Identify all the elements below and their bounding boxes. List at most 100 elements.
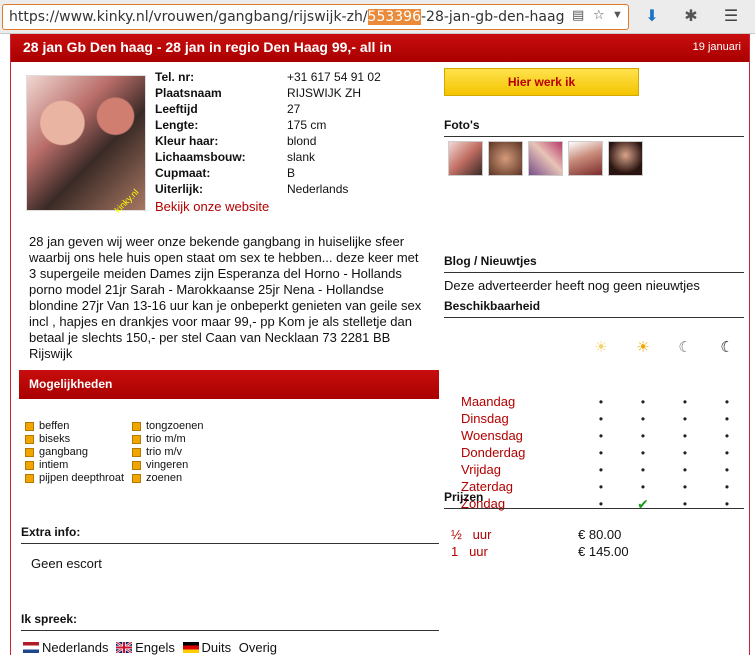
photo-thumbnail[interactable] <box>488 141 523 176</box>
availability-dot: • <box>682 463 688 477</box>
price-duration: ½ uur <box>451 527 492 542</box>
profile-value: RIJSWIJK ZH <box>287 86 361 100</box>
profile-key: Kleur haar: <box>155 134 219 148</box>
url-text-prefix: https://www.kinky.nl/vrouwen/gangbang/ri… <box>9 9 368 25</box>
possibility-item: intiem <box>25 459 124 472</box>
availability-dot: • <box>724 412 730 426</box>
possibility-item: biseks <box>25 433 124 446</box>
flag-de-icon <box>182 642 199 653</box>
profile-value: 175 cm <box>287 118 327 132</box>
bullet-square-icon <box>25 422 34 431</box>
possibility-label: pijpen deepthroat <box>39 472 125 484</box>
language-item: Engels <box>135 640 175 655</box>
url-bar[interactable]: https://www.kinky.nl/vrouwen/gangbang/ri… <box>2 4 629 30</box>
bullet-square-icon <box>132 448 141 457</box>
possibility-item: gangbang <box>25 446 124 459</box>
photo-thumbnail[interactable] <box>528 141 563 176</box>
bullet-square-icon <box>25 461 34 470</box>
addon-puzzle-icon[interactable]: ✱ <box>680 6 702 28</box>
blog-text: Deze adverteerder heeft nog geen nieuwtj… <box>444 278 700 293</box>
possibility-item: beffen <box>25 420 124 433</box>
availability-dot: • <box>640 463 646 477</box>
availability-dot: • <box>598 412 604 426</box>
language-item: Nederlands <box>42 640 109 655</box>
bullet-square-icon <box>132 435 141 444</box>
profile-value: B <box>287 166 296 180</box>
availability-day: Maandag <box>461 394 516 409</box>
possibilities-list-1: beffen biseks gangbang intiem pijpen deepthr… <box>25 420 124 485</box>
availability-dot: • <box>598 463 604 477</box>
availability-day: Donderdag <box>461 445 526 460</box>
profile-value: Nederlands <box>287 182 349 196</box>
menu-icon[interactable]: ☰ <box>720 6 742 28</box>
availability-dot: • <box>640 446 646 460</box>
availability-dot: • <box>682 395 688 409</box>
availability-dot: • <box>724 446 730 460</box>
possibility-label: gangbang <box>39 446 88 458</box>
listing-description: 28 jan geven wij weer onze bekende gangb… <box>29 234 422 361</box>
price-amount: € 145.00 <box>578 544 629 559</box>
bullet-square-icon <box>25 474 34 483</box>
photos-label: Foto's <box>444 118 744 137</box>
work-here-button[interactable]: Hier werk ik <box>444 68 639 96</box>
availability-day: Dinsdag <box>461 411 509 426</box>
morning-sun-icon: ☀ <box>594 339 608 356</box>
extra-info-value: Geen escort <box>31 556 102 571</box>
url-text-suffix: -28-jan-gb-den-haag <box>421 9 565 25</box>
website-link[interactable]: Bekijk onze website <box>155 199 269 214</box>
profile-key: Lichaamsbouw: <box>155 150 246 164</box>
language-item: Duits <box>201 640 232 655</box>
bookmark-star-icon[interactable]: ☆ <box>593 7 605 23</box>
possibility-label: zoenen <box>146 472 183 484</box>
possibility-label: vingeren <box>146 459 189 471</box>
listing-header: 28 jan Gb Den haag - 28 jan in regio Den… <box>11 34 749 62</box>
availability-dot: • <box>724 395 730 409</box>
price-row: ½ uur € 80.00 <box>451 527 751 544</box>
profile-value: slank <box>287 150 316 164</box>
availability-label: Beschikbaarheid <box>444 299 744 318</box>
download-icon[interactable]: ⬇ <box>641 6 663 28</box>
photo-thumbnail[interactable] <box>568 141 603 176</box>
photo-thumbnail[interactable] <box>608 141 643 176</box>
availability-day: Vrijdag <box>461 462 501 477</box>
possibility-item: trio m/v <box>132 446 204 459</box>
availability-dot: • <box>598 429 604 443</box>
profile-key: Cupmaat: <box>155 166 211 180</box>
profile-row: Kleur haar: blond <box>155 134 425 150</box>
price-row: 1 uur € 145.00 <box>451 544 751 561</box>
possibility-label: trio m/v <box>146 446 183 458</box>
profile-row: Plaatsnaam RIJSWIJK ZH <box>155 86 425 102</box>
availability-dot: • <box>640 429 646 443</box>
possibility-label: tongzoenen <box>146 420 204 432</box>
possibility-label: intiem <box>39 459 69 471</box>
languages-label: Ik spreek: <box>21 612 439 631</box>
afternoon-sun-icon: ☀ <box>636 339 650 356</box>
profile-key: Tel. nr: <box>155 70 195 84</box>
profile-photo[interactable]: kinky.nl <box>26 75 146 215</box>
profile-key: Plaatsnaam <box>155 86 222 100</box>
availability-dot: • <box>640 395 646 409</box>
reader-view-icon[interactable]: ▤ <box>572 7 584 23</box>
listing-title: 28 jan Gb Den haag - 28 jan in regio Den… <box>23 39 392 55</box>
availability-dot: • <box>598 395 604 409</box>
availability-dot: • <box>682 429 688 443</box>
bullet-square-icon <box>132 422 141 431</box>
possibility-item: trio m/m <box>132 433 204 446</box>
dropdown-arrow-icon[interactable]: ▼ <box>612 9 623 21</box>
prices-label: Prijzen <box>444 490 744 509</box>
photo-thumbnail[interactable] <box>448 141 483 176</box>
bullet-square-icon <box>132 474 141 483</box>
url-text-selected: 553396 <box>367 9 421 25</box>
profile-key: Leeftijd <box>155 102 198 116</box>
possibility-label: biseks <box>39 433 71 445</box>
profile-value: +31 617 54 91 02 <box>287 70 381 84</box>
photo-watermark: kinky.nl <box>112 187 141 215</box>
availability-dot: • <box>724 429 730 443</box>
possibility-item: vingeren <box>132 459 204 472</box>
extra-info-label: Extra info: <box>21 525 439 544</box>
profile-key: Lengte: <box>155 118 199 132</box>
possibility-item: pijpen deepthroat <box>25 472 124 485</box>
flag-nl-icon <box>23 642 39 653</box>
availability-dot: • <box>598 446 604 460</box>
profile-value: blond <box>287 134 317 148</box>
